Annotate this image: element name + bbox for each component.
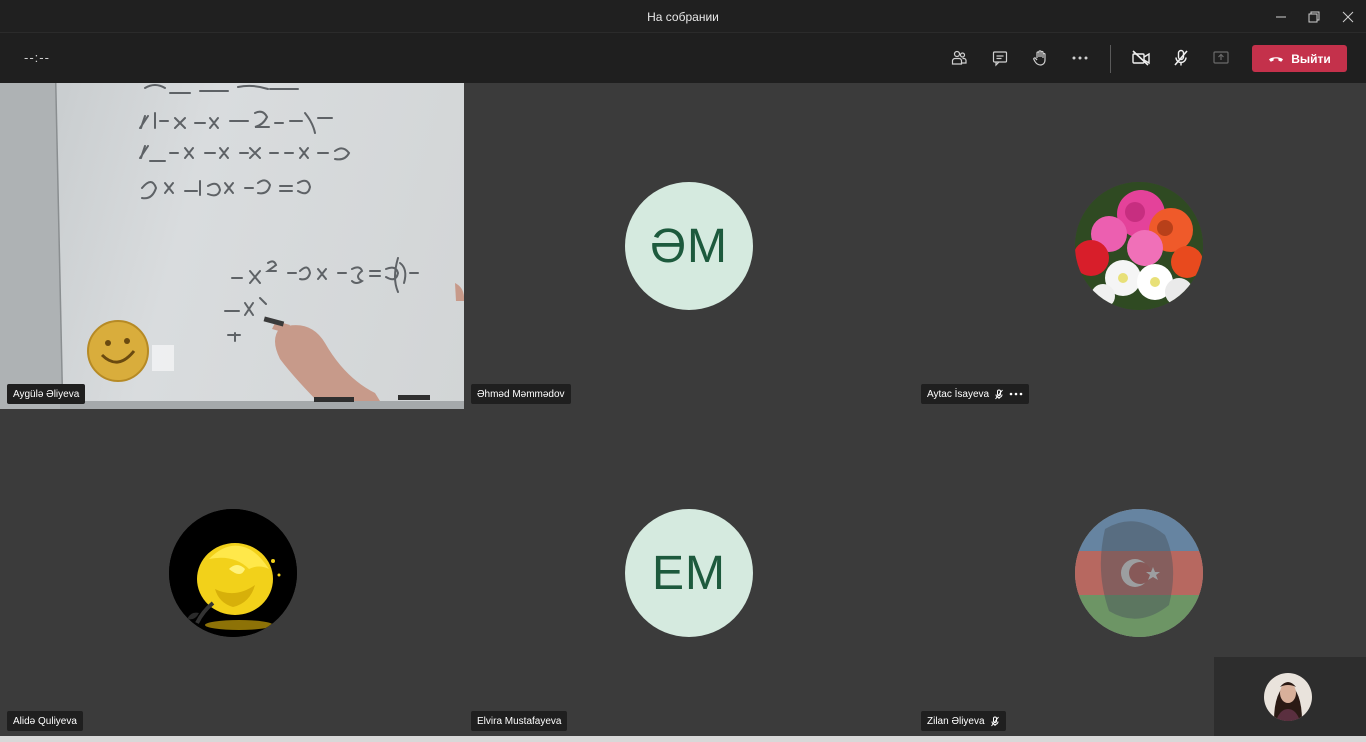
participant-name-label: Alidə Quliyeva bbox=[7, 711, 83, 731]
avatar-photo bbox=[1075, 509, 1203, 637]
toolbar-divider bbox=[1110, 45, 1111, 73]
participant-name: Aytac İsayeva bbox=[927, 388, 990, 400]
close-button[interactable] bbox=[1331, 0, 1364, 33]
close-icon bbox=[1342, 11, 1353, 22]
avatar: EM bbox=[625, 509, 753, 637]
share-screen-icon bbox=[1213, 51, 1229, 64]
meeting-timer: --:-- bbox=[24, 50, 50, 65]
os-taskbar bbox=[0, 736, 1366, 742]
more-icon[interactable] bbox=[1009, 392, 1023, 396]
participant-name-label: Zilan Əliyeva bbox=[921, 711, 1006, 731]
participant-name-label: Əhməd Məmmədov bbox=[471, 384, 571, 404]
avatar-photo bbox=[1075, 182, 1203, 310]
video-feed bbox=[0, 83, 464, 409]
camera-toggle-button[interactable] bbox=[1126, 43, 1156, 73]
participant-tile[interactable]: ƏM Əhməd Məmmədov bbox=[464, 83, 914, 409]
participant-name-label: Elvira Mustafayeva bbox=[471, 711, 568, 731]
people-icon bbox=[951, 50, 967, 65]
more-icon bbox=[1072, 56, 1088, 60]
minimize-button[interactable] bbox=[1264, 0, 1297, 33]
raise-hand-button[interactable] bbox=[1025, 43, 1055, 73]
participant-tile[interactable]: EM Elvira Mustafayeva bbox=[464, 409, 914, 736]
window-title: На собрании bbox=[647, 10, 719, 24]
show-chat-button[interactable] bbox=[985, 43, 1015, 73]
participant-tile[interactable]: Alidə Quliyeva bbox=[0, 409, 464, 736]
restore-icon bbox=[1308, 11, 1319, 22]
phone-hangup-icon bbox=[1269, 56, 1284, 62]
avatar-photo bbox=[169, 509, 297, 637]
self-view[interactable] bbox=[1214, 657, 1366, 742]
participant-name: Alidə Quliyeva bbox=[13, 715, 77, 727]
mic-off-icon bbox=[995, 389, 1003, 399]
participant-name: Əhməd Məmmədov bbox=[477, 388, 565, 400]
self-avatar bbox=[1264, 673, 1312, 721]
participant-tile[interactable]: Aytac İsayeva bbox=[914, 83, 1366, 409]
participant-name-label: Aytac İsayeva bbox=[921, 384, 1030, 404]
whiteboard-drawing bbox=[0, 83, 464, 409]
chat-icon bbox=[992, 51, 1008, 67]
mic-off-icon bbox=[1174, 49, 1188, 66]
avatar bbox=[1075, 182, 1203, 310]
restore-button[interactable] bbox=[1297, 0, 1330, 33]
show-participants-button[interactable] bbox=[944, 43, 974, 73]
participant-tile[interactable]: Aygülə Əliyeva bbox=[0, 83, 464, 409]
participant-name: Aygülə Əliyeva bbox=[13, 388, 80, 400]
meeting-toolbar: --:-- Выйти bbox=[0, 33, 1366, 83]
leave-label: Выйти bbox=[1291, 51, 1331, 66]
participant-name-label: Aygülə Əliyeva bbox=[7, 384, 86, 404]
avatar bbox=[169, 509, 297, 637]
participant-name: Elvira Mustafayeva bbox=[477, 715, 562, 727]
avatar bbox=[1075, 509, 1203, 637]
mic-toggle-button[interactable] bbox=[1166, 43, 1196, 73]
mic-off-icon bbox=[990, 716, 999, 726]
self-avatar-photo bbox=[1264, 673, 1312, 721]
camera-off-icon bbox=[1132, 50, 1150, 66]
title-bar: На собрании bbox=[0, 0, 1366, 33]
minimize-icon bbox=[1275, 16, 1286, 17]
leave-meeting-button[interactable]: Выйти bbox=[1252, 45, 1347, 72]
participant-name: Zilan Əliyeva bbox=[927, 715, 985, 727]
share-screen-button[interactable] bbox=[1206, 43, 1236, 73]
more-actions-button[interactable] bbox=[1065, 43, 1095, 73]
avatar: ƏM bbox=[625, 182, 753, 310]
raise-hand-icon bbox=[1033, 50, 1046, 66]
